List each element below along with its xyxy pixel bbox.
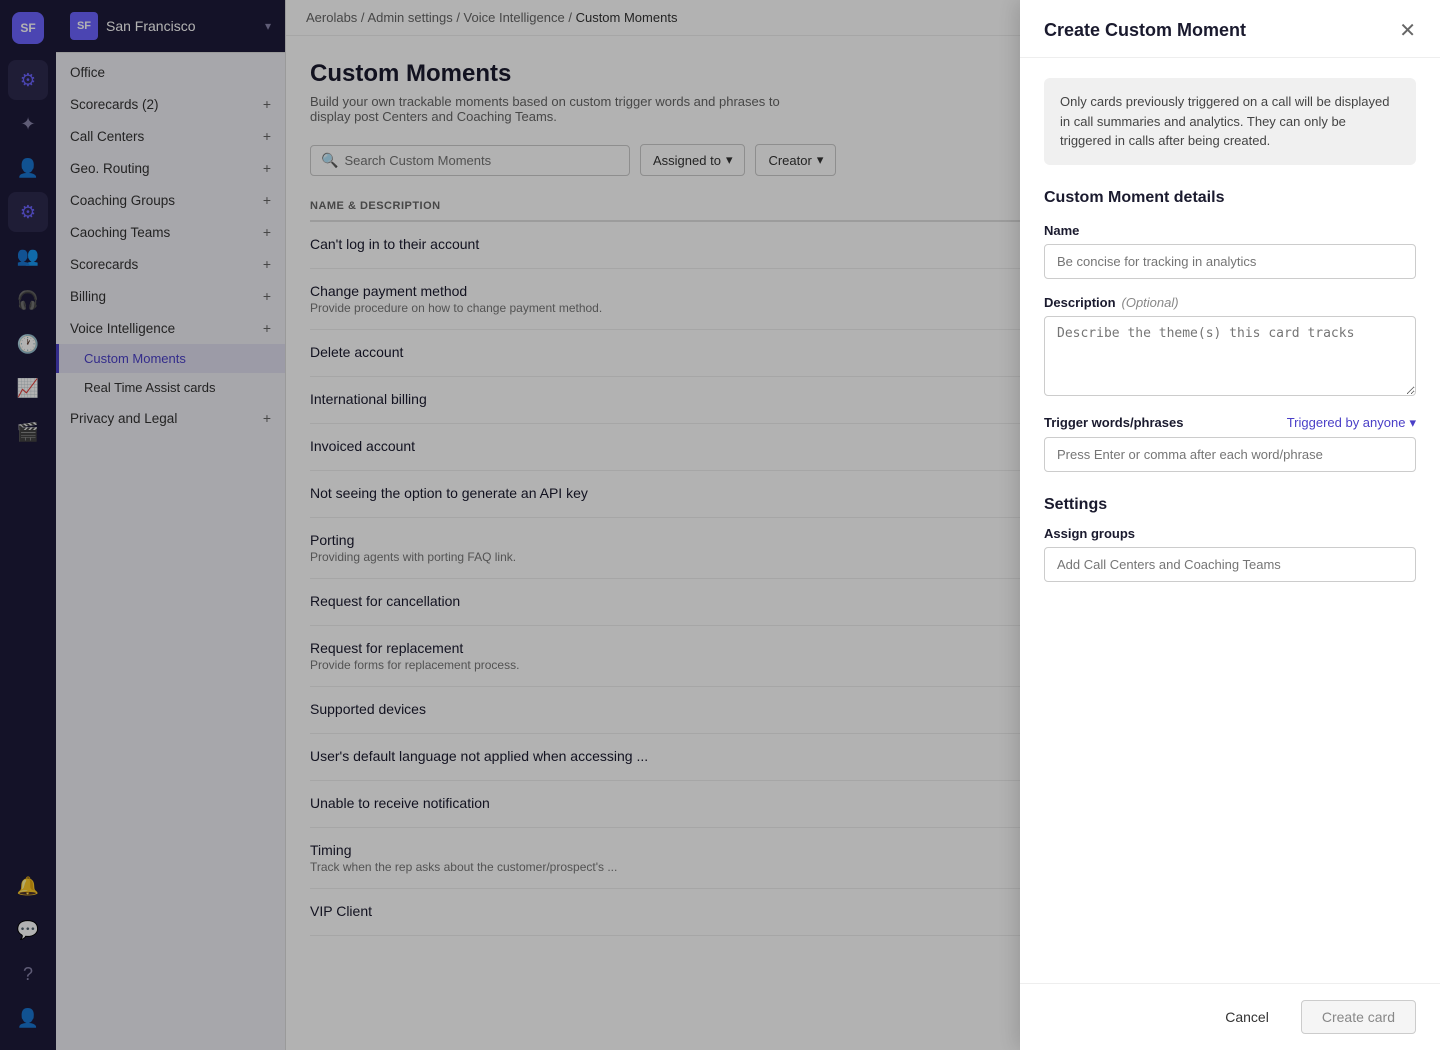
create-card-button[interactable]: Create card — [1301, 1000, 1416, 1034]
info-box: Only cards previously triggered on a cal… — [1044, 78, 1416, 165]
triggered-by-dropdown[interactable]: Triggered by anyone ▾ — [1287, 415, 1416, 431]
trigger-header: Trigger words/phrases Triggered by anyon… — [1044, 415, 1416, 431]
chevron-down-icon: ▾ — [1409, 415, 1416, 431]
description-label: Description (Optional) — [1044, 295, 1416, 310]
panel-body: Only cards previously triggered on a cal… — [1020, 58, 1440, 983]
cancel-button[interactable]: Cancel — [1205, 1000, 1289, 1034]
close-panel-button[interactable]: ✕ — [1399, 21, 1416, 41]
description-textarea[interactable] — [1044, 316, 1416, 396]
trigger-input[interactable] — [1044, 437, 1416, 472]
name-input[interactable] — [1044, 244, 1416, 279]
create-custom-moment-panel: Create Custom Moment ✕ Only cards previo… — [1020, 0, 1440, 1050]
assign-groups-input[interactable] — [1044, 547, 1416, 582]
settings-title: Settings — [1044, 496, 1416, 514]
panel-header: Create Custom Moment ✕ — [1020, 0, 1440, 58]
assign-groups-label: Assign groups — [1044, 526, 1416, 541]
panel-footer: Cancel Create card — [1020, 983, 1440, 1050]
trigger-label: Trigger words/phrases — [1044, 415, 1183, 430]
panel-title: Create Custom Moment — [1044, 20, 1246, 41]
name-label: Name — [1044, 223, 1416, 238]
section-details-title: Custom Moment details — [1044, 189, 1416, 207]
